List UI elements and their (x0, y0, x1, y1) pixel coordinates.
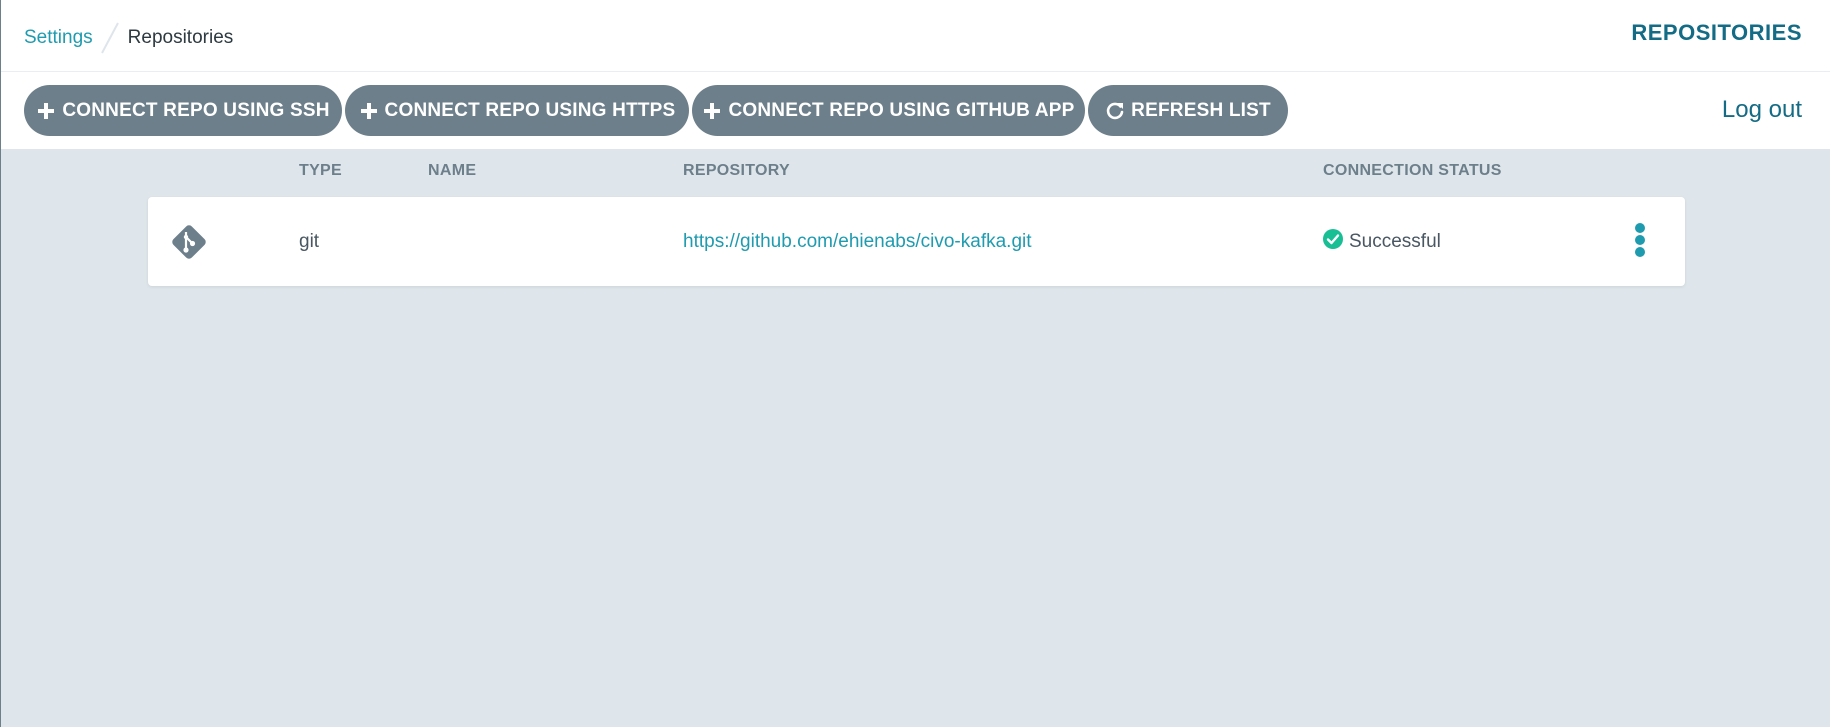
breadcrumb-separator (100, 22, 119, 54)
plus-icon (702, 101, 722, 121)
repo-type: git (299, 230, 320, 252)
menu-dot (1635, 223, 1645, 233)
connect-ssh-label: CONNECT REPO USING SSH (62, 99, 330, 121)
connect-https-button[interactable]: CONNECT REPO USING HTTPS (345, 85, 689, 136)
column-header-repository: REPOSITORY (683, 162, 791, 179)
connect-github-app-label: CONNECT REPO USING GITHUB APP (728, 99, 1075, 121)
repo-url-link[interactable]: https://github.com/ehienabs/civo-kafka.g… (683, 231, 1032, 253)
connect-github-app-button[interactable]: CONNECT REPO USING GITHUB APP (692, 85, 1085, 136)
repositories-list: TYPE NAME REPOSITORY CONNECTION STATUS g… (1, 149, 1830, 727)
refresh-icon (1105, 101, 1125, 121)
top-header: Settings Repositories REPOSITORIES (1, 0, 1830, 72)
menu-dot (1635, 247, 1645, 257)
plus-icon (359, 101, 379, 121)
column-header-connection-status: CONNECTION STATUS (1323, 162, 1502, 179)
connection-status-text: Successful (1349, 230, 1441, 252)
menu-dot (1635, 235, 1645, 245)
app-page: Settings Repositories REPOSITORIES CONNE… (0, 0, 1830, 727)
refresh-list-button[interactable]: REFRESH LIST (1088, 85, 1288, 136)
repository-row[interactable]: git https://github.com/ehienabs/civo-kaf… (148, 197, 1685, 286)
column-header-type: TYPE (299, 162, 342, 179)
git-icon (170, 197, 208, 286)
connection-status: Successful (1323, 197, 1441, 286)
row-actions-menu-button[interactable] (1633, 223, 1647, 257)
logout-link[interactable]: Log out (1722, 96, 1802, 124)
breadcrumb-settings-link[interactable]: Settings (24, 27, 93, 49)
toolbar: CONNECT REPO USING SSH CONNECT REPO USIN… (1, 72, 1830, 149)
page-title: REPOSITORIES (1631, 20, 1802, 45)
refresh-list-label: REFRESH LIST (1131, 99, 1271, 121)
plus-icon (36, 101, 56, 121)
breadcrumb-current: Repositories (127, 27, 234, 48)
breadcrumb: Settings Repositories (24, 21, 233, 55)
connect-ssh-button[interactable]: CONNECT REPO USING SSH (24, 85, 342, 136)
column-header-name: NAME (428, 162, 477, 179)
check-circle-icon (1323, 229, 1343, 254)
connect-https-label: CONNECT REPO USING HTTPS (384, 99, 676, 121)
